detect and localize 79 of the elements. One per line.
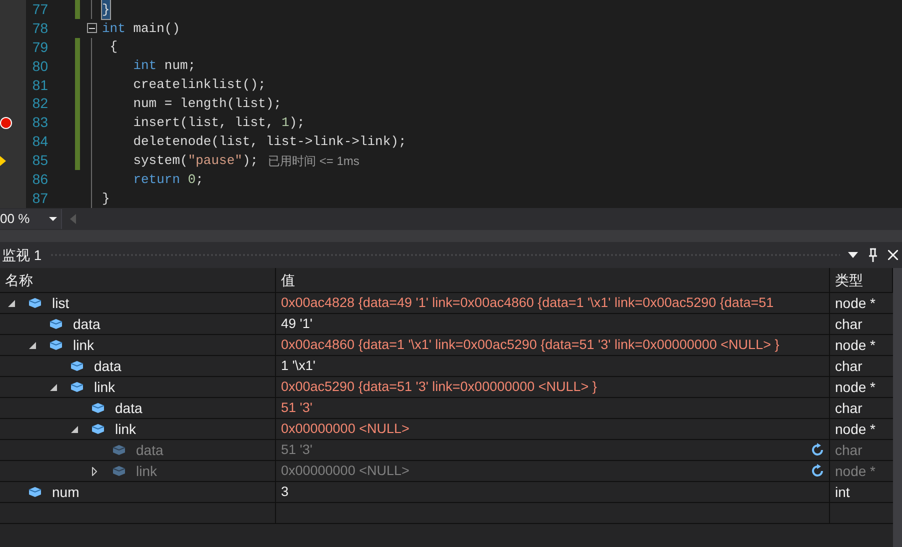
line-number: 81 — [31, 76, 48, 95]
column-header[interactable]: 名称 — [0, 268, 276, 292]
watch-name: data — [94, 356, 122, 376]
watch-name: list — [52, 294, 70, 312]
watch-type: node * — [835, 336, 876, 354]
watch-value: 0x00ac5290 {data=51 '3' link=0x00000000 <NULL> } — [281, 378, 598, 396]
refresh-icon[interactable] — [811, 443, 825, 457]
line-number: 87 — [31, 188, 48, 208]
watch-type: char — [835, 314, 862, 334]
code-line: int num; — [132, 57, 196, 76]
watch-type: node * — [835, 378, 876, 396]
dropdown-caret-icon — [49, 217, 57, 221]
watch-name: link — [94, 378, 116, 396]
close-icon[interactable] — [888, 250, 898, 260]
field-icon — [91, 402, 105, 414]
field-icon — [49, 318, 63, 330]
refresh-icon[interactable] — [811, 464, 825, 478]
watch-name: data — [73, 314, 100, 334]
field-icon — [49, 339, 63, 351]
expanded-arrow-icon[interactable] — [50, 384, 57, 390]
code-line: { — [108, 38, 118, 56]
code-line: createlinklist(); — [132, 76, 266, 94]
field-icon — [91, 423, 105, 435]
watch-type: char — [835, 356, 862, 376]
line-number: 79 — [31, 38, 48, 57]
expanded-arrow-icon[interactable] — [8, 300, 15, 306]
expanded-arrow-icon[interactable] — [29, 342, 36, 348]
watch-value: 51 '3' — [281, 398, 314, 417]
field-icon — [112, 465, 126, 477]
watch-type: node * — [835, 462, 876, 480]
watch-type: char — [835, 440, 862, 460]
code-line: } — [102, 190, 110, 208]
watch-type: node * — [835, 420, 876, 438]
watch-type: char — [835, 398, 862, 418]
dropdown-caret-icon[interactable] — [848, 252, 858, 258]
watch-name: link — [115, 420, 136, 438]
line-number: 83 — [31, 113, 48, 132]
field-icon — [28, 486, 42, 498]
pin-icon[interactable] — [868, 248, 878, 262]
column-header[interactable]: 值 — [276, 268, 830, 292]
elapsed-time-hint: 已用时间 <= 1ms — [268, 152, 360, 170]
code-line: int main() — [102, 20, 180, 38]
watch-name: link — [73, 336, 94, 354]
watch-value: 1 '\x1' — [281, 356, 316, 375]
watch-value: 0x00ac4860 {data=1 '\x1' link=0x00ac5290 {data=51 '3' link=0x00000000 <NULL> } — [281, 336, 780, 354]
watch-value: 3 — [281, 482, 290, 501]
watch-name: data — [136, 440, 164, 460]
watch-type: node * — [835, 294, 876, 312]
code-line: insert(list, list, 1); — [132, 114, 305, 132]
panel-title: 监视 1 — [2, 246, 42, 264]
code-line: return 0; — [132, 170, 204, 189]
line-number: 85 — [31, 151, 48, 170]
line-number: 78 — [31, 18, 48, 38]
line-number: 84 — [31, 132, 48, 152]
scrollbar[interactable] — [893, 268, 902, 547]
field-icon — [112, 444, 126, 456]
collapse-icon[interactable] — [86, 23, 96, 34]
watch-name: num — [52, 482, 80, 502]
watch-value: 51 '3' — [281, 440, 314, 459]
line-number: 86 — [31, 170, 48, 189]
zoom-dropdown[interactable]: 00 % — [0, 209, 62, 229]
collapsed-arrow-icon[interactable] — [92, 466, 97, 476]
watch-type: int — [835, 482, 850, 502]
expanded-arrow-icon[interactable] — [71, 426, 78, 432]
watch-value: 0x00000000 <NULL> — [281, 462, 410, 480]
line-number: 82 — [31, 94, 48, 114]
watch-value: 0x00ac4828 {data=49 '1' link=0x00ac4860 {data=1 '\x1' link=0x00ac5290 {data=51 — [281, 294, 775, 312]
watch-value: 0x00000000 <NULL> — [281, 420, 410, 438]
watch-value: 49 '1' — [281, 314, 314, 333]
code-line: num = length(list); — [132, 95, 282, 114]
code-line: deletenode(list, list->link->link); — [132, 132, 406, 151]
line-number: 77 — [31, 0, 48, 19]
watch-name: link — [136, 462, 158, 480]
line-number: 80 — [31, 56, 48, 76]
field-icon — [28, 297, 42, 309]
code-line: system("pause"); — [132, 152, 258, 170]
field-icon — [70, 381, 84, 393]
watch-name: data — [115, 398, 142, 418]
field-icon — [70, 360, 84, 372]
